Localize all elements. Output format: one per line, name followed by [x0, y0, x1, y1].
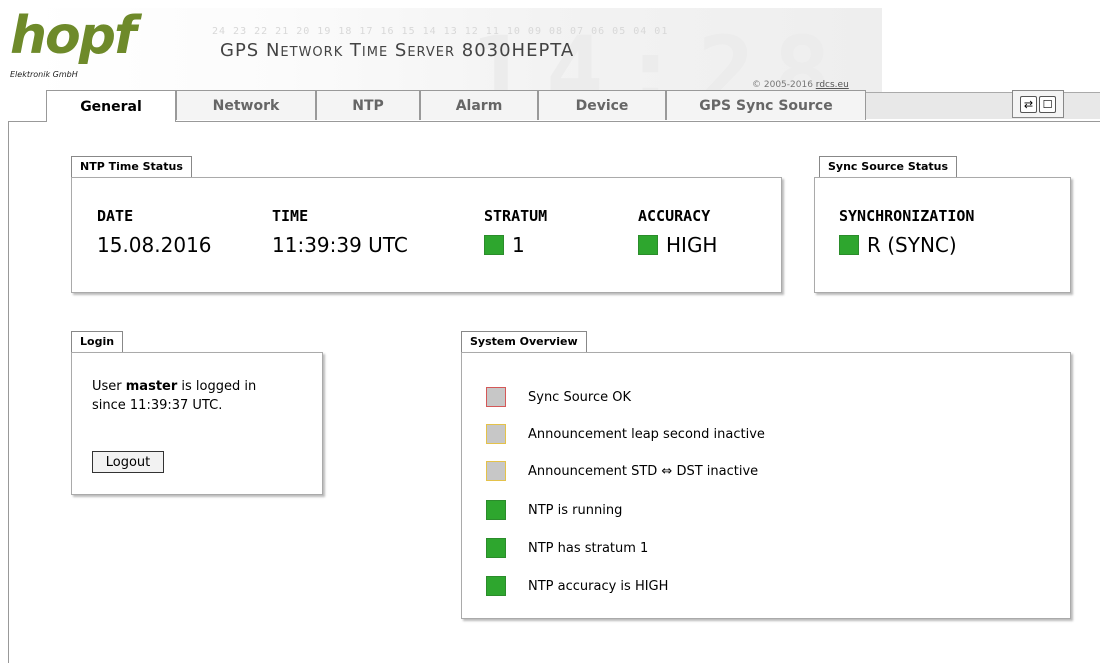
logout-button[interactable]: Logout [92, 451, 164, 473]
tab-network[interactable]: Network [176, 90, 316, 120]
overview-item: Announcement STD ⇔ DST inactive [486, 460, 758, 482]
overview-item: NTP accuracy is HIGH [486, 575, 668, 597]
tab-alarm[interactable]: Alarm [420, 90, 538, 120]
hopf-logo: hopf Elektronik GmbH [8, 6, 137, 82]
overview-item-label: Sync Source OK [528, 389, 632, 405]
header-banner: 14:28 15 24 23 22 21 20 19 18 17 16 15 1… [30, 8, 882, 94]
tab-label: Device [575, 97, 629, 114]
date-value: 15.08.2016 [97, 233, 212, 257]
tab-ntp[interactable]: NTP [316, 90, 420, 120]
tab-label: Alarm [455, 97, 503, 114]
logo-wordmark: hopf [10, 6, 137, 66]
overview-item-label: Announcement STD ⇔ DST inactive [528, 463, 759, 479]
header: 14:28 15 24 23 22 21 20 19 18 17 16 15 1… [0, 0, 1100, 96]
overview-item: Announcement leap second inactive [486, 423, 765, 445]
tab-label: GPS Sync Source [699, 97, 833, 114]
copyright-text: © 2005-2016 [752, 80, 816, 90]
login-prefix: User [92, 379, 126, 394]
tab-label: General [80, 98, 142, 115]
stratum-value: 1 [484, 233, 525, 257]
copyright: © 2005-2016 rdcs.eu [752, 80, 849, 90]
status-indicator-green [486, 538, 506, 558]
stratum-label: STRATUM [484, 207, 548, 225]
overview-item-label: NTP has stratum 1 [528, 540, 649, 556]
synchronization-value: R (SYNC) [839, 233, 957, 257]
login-status-text: User master is logged in since 11:39:37 … [92, 377, 256, 415]
ntp-status-title: NTP Time Status [71, 156, 192, 178]
product-title: GPS Network Time Server 8030HEPTA [220, 40, 575, 61]
logged-in-user: master [125, 379, 178, 394]
sync-source-status-panel: SYNCHRONIZATION R (SYNC) [814, 177, 1071, 293]
status-indicator-red [486, 387, 506, 407]
accuracy-label: ACCURACY [638, 207, 711, 225]
logo-subtitle: Elektronik GmbH [10, 70, 78, 79]
copyright-link[interactable]: rdcs.eu [816, 80, 849, 90]
accuracy-text: HIGH [666, 233, 718, 257]
overview-item-label: Announcement leap second inactive [528, 426, 765, 442]
overview-item-label: NTP is running [528, 502, 623, 518]
sync-text: R (SYNC) [867, 233, 957, 257]
status-indicator-yellow [486, 461, 506, 481]
overview-item-label: NTP accuracy is HIGH [528, 578, 669, 594]
accuracy-status-indicator [638, 235, 658, 255]
accuracy-value: HIGH [638, 233, 717, 257]
tab-toolbar: ⇄ ☐ [1012, 90, 1064, 118]
login-suffix: is logged in [177, 379, 257, 394]
time-value: 11:39:39 UTC [272, 233, 408, 257]
sync-status-indicator [839, 235, 859, 255]
banner-digit-strip: 24 23 22 21 20 19 18 17 16 15 14 13 12 1… [212, 26, 669, 37]
refresh-icon[interactable]: ⇄ [1020, 95, 1037, 113]
ntp-time-status-panel: DATE 15.08.2016 TIME 11:39:39 UTC STRATU… [71, 177, 782, 293]
overview-item: NTP has stratum 1 [486, 537, 648, 559]
overview-title: System Overview [461, 331, 587, 353]
tab-label: NTP [352, 97, 384, 114]
tab-general[interactable]: General [46, 90, 176, 122]
overview-item: NTP is running [486, 499, 622, 521]
status-indicator-yellow [486, 424, 506, 444]
stratum-status-indicator [484, 235, 504, 255]
system-overview-panel: Sync Source OK Announcement leap second … [461, 352, 1071, 619]
tab-label: Network [212, 97, 280, 114]
login-title: Login [71, 331, 124, 353]
stratum-number: 1 [512, 233, 525, 257]
overview-item: Sync Source OK [486, 386, 631, 408]
status-indicator-green [486, 576, 506, 596]
date-label: DATE [97, 207, 134, 225]
tab-strip-background [866, 92, 1100, 119]
status-indicator-green [486, 500, 506, 520]
window-icon[interactable]: ☐ [1039, 95, 1056, 113]
login-panel: User master is logged in since 11:39:37 … [71, 352, 323, 495]
tab-device[interactable]: Device [538, 90, 666, 120]
tab-gps-sync-source[interactable]: GPS Sync Source [666, 90, 866, 120]
login-since: since 11:39:37 UTC. [92, 398, 223, 413]
synchronization-label: SYNCHRONIZATION [839, 207, 975, 225]
tab-bar: General Network NTP Alarm Device GPS Syn… [0, 90, 1100, 122]
sync-status-title: Sync Source Status [819, 156, 958, 178]
time-label: TIME [272, 207, 309, 225]
content-area: NTP Time Status DATE 15.08.2016 TIME 11:… [8, 121, 1100, 663]
